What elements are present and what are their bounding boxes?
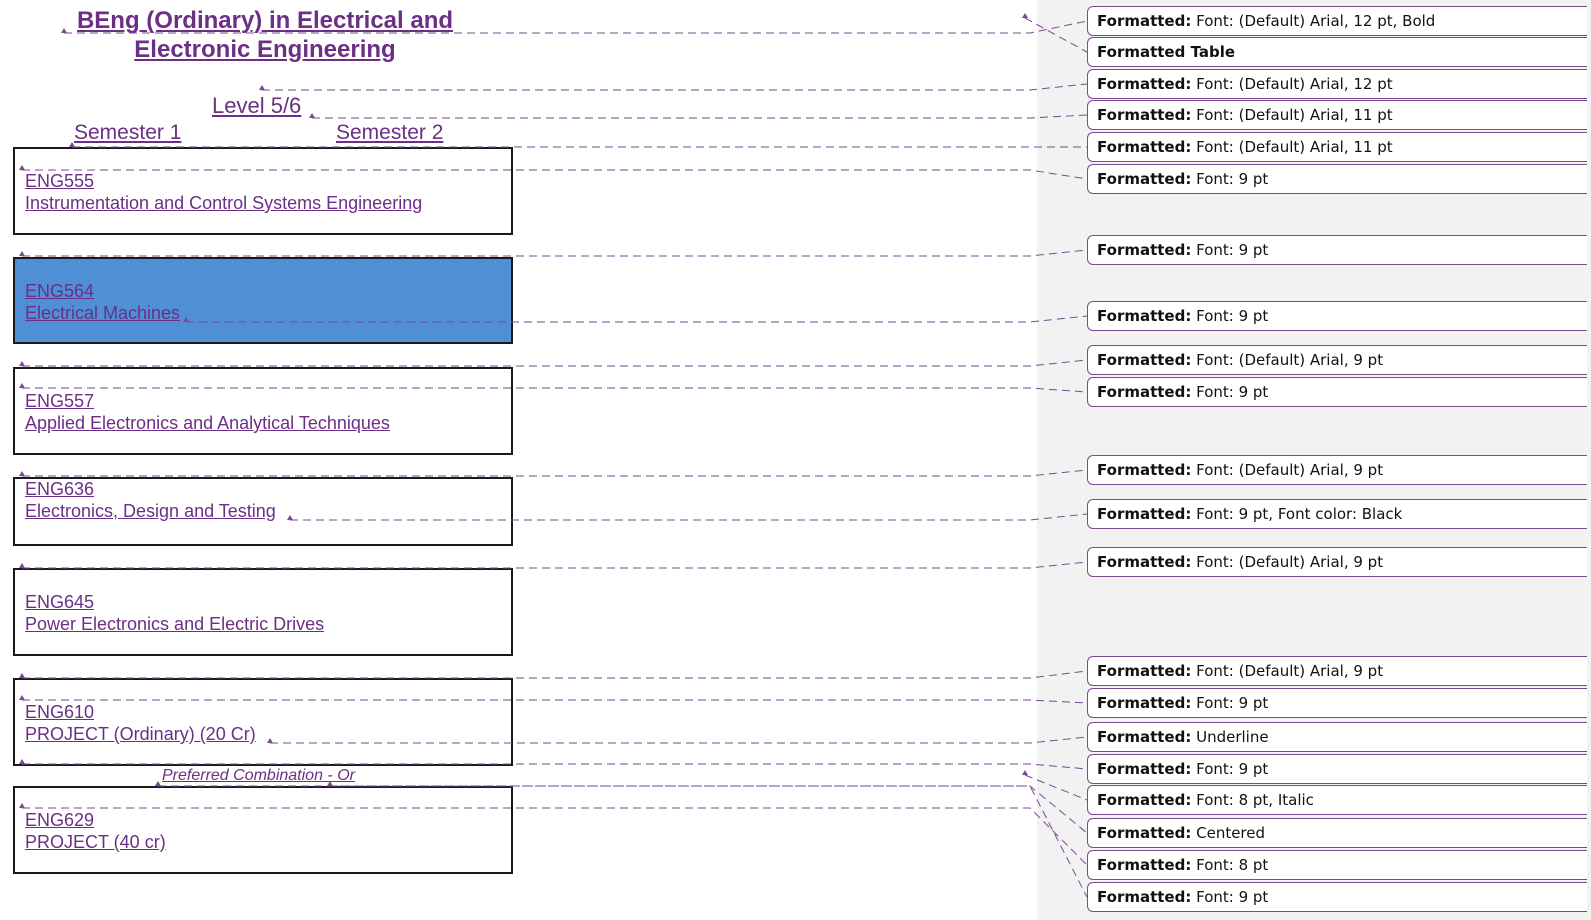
revision-balloon[interactable]: Formatted: Font: (Default) Arial, 12 pt,… [1087,6,1587,36]
module-name: Instrumentation and Control Systems Engi… [25,193,423,213]
balloon-label: Formatted: [1097,351,1192,369]
document-page[interactable]: BEng (Ordinary) in Electrical and Electr… [0,0,1037,920]
semester-1-heading: Semester 1 [74,121,182,144]
balloon-label: Formatted: [1097,728,1192,746]
balloon-label: Formatted: [1097,888,1192,906]
module-box[interactable]: ENG636 Electronics, Design and Testing [13,477,513,546]
balloon-label: Formatted: [1097,662,1192,680]
document-title-line-1: BEng (Ordinary) in Electrical and [76,7,454,34]
balloon-label: Formatted: [1097,461,1192,479]
balloon-text: Font: 9 pt [1191,760,1269,778]
semester-2-heading: Semester 2 [336,121,444,144]
revision-balloon[interactable]: Formatted: Font: 9 pt, Font color: Black [1087,499,1587,529]
level-heading: Level 5/6 [212,93,302,118]
revision-balloon[interactable]: Formatted Table [1087,37,1587,67]
revision-balloon[interactable]: Formatted: Font: 8 pt, Italic [1087,785,1587,815]
module-code: ENG555 [25,171,95,191]
balloon-text: Font: (Default) Arial, 9 pt [1191,662,1384,680]
balloon-label: Formatted: [1097,760,1192,778]
combination-note: Preferred Combination - Or [162,767,355,784]
balloon-text: Font: (Default) Arial, 11 pt [1191,138,1393,156]
document-title-line-2: Electronic Engineering [134,36,396,63]
balloon-label: Formatted: [1097,241,1192,259]
balloon-text: Font: (Default) Arial, 11 pt [1191,106,1393,124]
revision-balloon[interactable]: Formatted: Font: 9 pt [1087,688,1587,718]
balloon-label: Formatted: [1097,553,1192,571]
balloon-text: Font: 9 pt [1191,694,1269,712]
balloon-text: Font: (Default) Arial, 9 pt [1191,351,1384,369]
balloon-label: Formatted: [1097,12,1192,30]
balloon-text: Underline [1191,728,1269,746]
balloon-text: Font: 9 pt [1191,307,1269,325]
module-name: Power Electronics and Electric Drives [25,614,325,634]
module-code: ENG645 [25,592,95,612]
balloon-text: Font: 8 pt, Italic [1191,791,1314,809]
revision-balloon[interactable]: Formatted: Underline [1087,722,1587,752]
balloon-label: Formatted: [1097,138,1192,156]
module-code: ENG629 [25,810,95,830]
balloon-label: Formatted: [1097,694,1192,712]
balloon-label: Formatted: [1097,505,1192,523]
balloon-label: Formatted: [1097,824,1192,842]
balloon-label: Formatted: [1097,383,1192,401]
revision-balloon[interactable]: Formatted: Font: (Default) Arial, 9 pt [1087,455,1587,485]
balloon-text: Centered [1191,824,1266,842]
module-name: Electrical Machines [25,303,181,323]
module-box[interactable]: ENG629 PROJECT (40 cr) [13,786,513,874]
balloon-label: Formatted: [1097,307,1192,325]
balloon-label: Formatted: [1097,856,1192,874]
module-name: PROJECT (Ordinary) (20 Cr) [25,724,256,744]
balloon-text: Font: (Default) Arial, 12 pt [1191,75,1393,93]
revision-balloon[interactable]: Formatted: Font: 9 pt [1087,301,1587,331]
revision-balloon[interactable]: Formatted: Font: (Default) Arial, 12 pt [1087,69,1587,99]
revision-balloon[interactable]: Formatted: Font: 9 pt [1087,235,1587,265]
balloon-label: Formatted: [1097,75,1192,93]
balloon-text: Font: (Default) Arial, 9 pt [1191,461,1384,479]
module-name: PROJECT (40 cr) [25,832,166,852]
module-code: ENG557 [25,391,95,411]
module-code: ENG564 [25,281,95,301]
balloon-text: Font: (Default) Arial, 9 pt [1191,553,1384,571]
balloon-text: Font: 8 pt [1191,856,1269,874]
module-name: Electronics, Design and Testing [25,501,276,521]
balloon-text: Font: 9 pt [1191,241,1269,259]
module-box[interactable]: ENG557 Applied Electronics and Analytica… [13,367,513,455]
revision-balloon[interactable]: Formatted: Font: 9 pt [1087,754,1587,784]
module-code: ENG610 [25,702,95,722]
balloon-label: Formatted Table [1097,43,1236,61]
module-box[interactable]: ENG610 PROJECT (Ordinary) (20 Cr) [13,678,513,766]
module-name: Applied Electronics and Analytical Techn… [25,413,390,433]
balloon-text: Font: (Default) Arial, 12 pt, Bold [1191,12,1436,30]
module-box[interactable]: ENG645 Power Electronics and Electric Dr… [13,568,513,656]
balloon-text: Font: 9 pt [1191,888,1269,906]
balloon-text: Font: 9 pt, Font color: Black [1191,505,1403,523]
balloon-label: Formatted: [1097,791,1192,809]
balloon-label: Formatted: [1097,106,1192,124]
revision-balloon[interactable]: Formatted: Font: 8 pt [1087,850,1587,880]
revision-balloon[interactable]: Formatted: Centered [1087,818,1587,848]
revision-balloon[interactable]: Formatted: Font: (Default) Arial, 11 pt [1087,100,1587,130]
revision-balloon[interactable]: Formatted: Font: (Default) Arial, 11 pt [1087,132,1587,162]
revision-balloon[interactable]: Formatted: Font: 9 pt [1087,164,1587,194]
module-code: ENG636 [25,479,95,499]
revision-balloon[interactable]: Formatted: Font: (Default) Arial, 9 pt [1087,656,1587,686]
revision-balloon[interactable]: Formatted: Font: 9 pt [1087,377,1587,407]
balloon-text: Font: 9 pt [1191,383,1269,401]
balloon-label: Formatted: [1097,170,1192,188]
revision-balloon[interactable]: Formatted: Font: 9 pt [1087,882,1587,912]
module-box-selected[interactable]: ENG564 Electrical Machines [13,257,513,344]
module-box[interactable]: ENG555 Instrumentation and Control Syste… [13,147,513,235]
balloon-text: Font: 9 pt [1191,170,1269,188]
revision-balloon[interactable]: Formatted: Font: (Default) Arial, 9 pt [1087,345,1587,375]
revision-balloon[interactable]: Formatted: Font: (Default) Arial, 9 pt [1087,547,1587,577]
